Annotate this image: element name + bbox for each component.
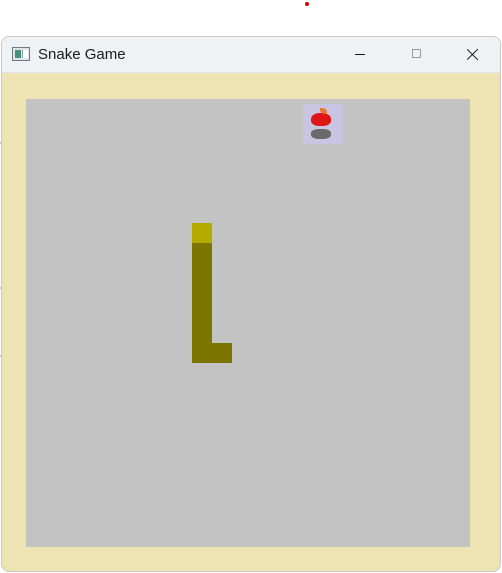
title-bar[interactable]: Snake Game <box>2 37 500 73</box>
maximize-button[interactable] <box>394 37 440 73</box>
snake-segment <box>192 243 212 263</box>
food-tile <box>303 104 343 144</box>
snake-segment <box>192 323 212 343</box>
snake-tail <box>212 343 232 363</box>
apple-shadow <box>311 129 331 139</box>
game-board[interactable] <box>26 99 470 547</box>
close-icon <box>467 48 479 60</box>
maximize-icon <box>412 49 421 58</box>
minimize-button[interactable] <box>337 37 383 73</box>
snake-segment <box>192 263 212 283</box>
snake-segment <box>192 343 212 363</box>
close-button[interactable] <box>450 37 496 73</box>
red-dot-indicator <box>305 2 309 6</box>
app-window-icon <box>12 47 30 61</box>
minimize-icon <box>355 54 365 55</box>
snake-segment <box>192 283 212 303</box>
snake-head <box>192 223 212 243</box>
snake-segment <box>192 303 212 323</box>
apple-icon <box>311 108 331 126</box>
window-title: Snake Game <box>38 46 126 63</box>
game-window: Snake Game <box>1 36 501 572</box>
